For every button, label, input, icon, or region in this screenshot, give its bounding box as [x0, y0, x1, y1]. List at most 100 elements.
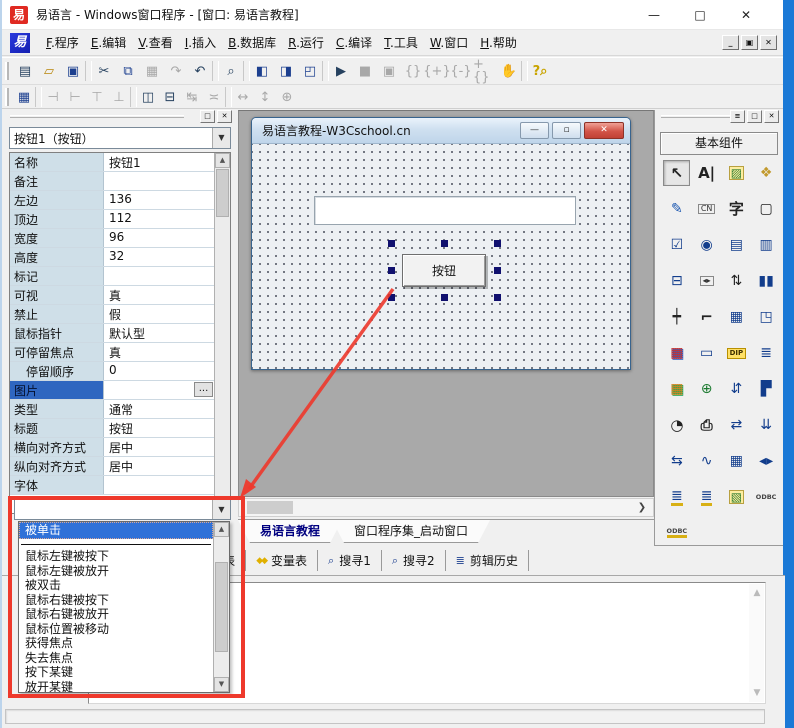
scroll-up-icon[interactable]: ▲	[215, 153, 230, 168]
property-value[interactable]: 136	[104, 191, 214, 209]
event-list-scrollbar[interactable]: ▲ ▼	[213, 522, 229, 692]
copy-button[interactable]: ⧉	[116, 60, 140, 82]
panel-close-button[interactable]: ✕	[764, 110, 779, 123]
property-value[interactable]: 0	[104, 362, 214, 380]
stop-button[interactable]: ■	[353, 60, 377, 82]
pause-button[interactable]: ✋	[497, 60, 521, 82]
selection-handle[interactable]	[388, 267, 395, 274]
db-document-component[interactable]: ≣	[663, 484, 690, 510]
run-button[interactable]: ▶	[329, 60, 353, 82]
sketchpad-component[interactable]: CN	[693, 196, 720, 222]
space-equal-vertical-button[interactable]: ≍	[203, 88, 225, 107]
radio-button-component[interactable]: ◉	[693, 232, 720, 258]
spin-component[interactable]: ⇵	[723, 376, 750, 402]
property-row[interactable]: 宽度 96	[10, 229, 214, 248]
property-row[interactable]: 类型 通常	[10, 400, 214, 419]
horizontal-scrollbar-component[interactable]: ◂▸	[693, 268, 720, 294]
space-equal-horizontal-button[interactable]: ↹	[181, 88, 203, 107]
tab-variable-list[interactable]: ◆◆ 变量表	[246, 550, 318, 571]
minimize-button[interactable]: —	[631, 0, 677, 30]
data-send-component[interactable]: ⇄	[723, 412, 750, 438]
step-out-button[interactable]: {-}	[449, 60, 473, 82]
components-panel-title[interactable]: 基本组件	[660, 132, 778, 155]
undo-button[interactable]: ↶	[188, 60, 212, 82]
property-row[interactable]: 字体	[10, 476, 214, 495]
align-left-button[interactable]: ⊣	[42, 88, 64, 107]
com-port-component[interactable]: ∿	[693, 448, 720, 474]
tab-clip-history[interactable]: ≣ 剪辑历史	[446, 550, 529, 571]
step-over-button[interactable]: {}	[401, 60, 425, 82]
toolbar-grip[interactable]	[5, 62, 9, 80]
property-value[interactable]	[104, 172, 214, 190]
chevron-down-icon[interactable]: ▼	[212, 500, 230, 519]
selection-handle[interactable]	[494, 240, 501, 247]
shape-component[interactable]: ❖	[753, 160, 780, 186]
align-top-button[interactable]: ⊤	[86, 88, 108, 107]
form-design-surface[interactable]: 按钮	[252, 144, 630, 369]
form-close-button[interactable]: ✕	[584, 122, 624, 139]
panel-maximize-button[interactable]: □	[200, 110, 215, 123]
property-value[interactable]: 真	[104, 286, 214, 304]
ip-edit-component[interactable]: ▭	[693, 340, 720, 366]
list-box-component[interactable]: ▥	[753, 232, 780, 258]
menu-item-insert[interactable]: I.插入	[179, 31, 222, 54]
data-receive-component[interactable]: ⇊	[753, 412, 780, 438]
property-row[interactable]: 高度 32	[10, 248, 214, 267]
odbc-db-component[interactable]: ODBC	[663, 520, 690, 546]
property-grid-scrollbar[interactable]: ▲ ▼	[214, 153, 230, 513]
same-size-button[interactable]: ⊕	[276, 88, 298, 107]
vertical-scrollbar-component[interactable]: ⇅	[723, 268, 750, 294]
redo-button[interactable]: ↷	[164, 60, 188, 82]
menu-item-tools[interactable]: T.工具	[378, 31, 424, 54]
editor-tab[interactable]: 窗口程序集_启动窗口	[332, 520, 490, 543]
output-scrollbar[interactable]: ▲ ▼	[749, 584, 764, 702]
selection-handle[interactable]	[441, 294, 448, 301]
animation-component[interactable]: ▦	[723, 304, 750, 330]
tab-search-2[interactable]: ⌕ 搜寻2	[382, 550, 446, 571]
editor-tab[interactable]: 易语言教程	[238, 520, 342, 543]
object-selector-combobox[interactable]: 按钮1（按钮） ▼	[9, 127, 231, 149]
data-grid-component[interactable]: ▦	[723, 448, 750, 474]
center-horizontal-button[interactable]: ◫	[137, 88, 159, 107]
save-button[interactable]: ▣	[61, 60, 85, 82]
property-row[interactable]: 名称 按钮1	[10, 153, 214, 172]
property-value[interactable]: 112	[104, 210, 214, 228]
menu-item-program[interactable]: F.程序	[40, 31, 85, 54]
panel-close-button[interactable]: ✕	[217, 110, 232, 123]
help-search-button[interactable]: ?⌕	[528, 60, 552, 82]
scrollbar-thumb[interactable]	[247, 501, 293, 514]
date-picker-component[interactable]: ▦	[663, 340, 690, 366]
property-row[interactable]: 顶边 112	[10, 210, 214, 229]
browser-window-component[interactable]: ◳	[753, 304, 780, 330]
tool-window-component[interactable]: ▛	[753, 376, 780, 402]
property-row[interactable]: 图片 ...	[10, 381, 214, 400]
property-value[interactable]	[104, 267, 214, 285]
panel-grip[interactable]	[10, 115, 184, 118]
property-row[interactable]: 可停留焦点 真	[10, 343, 214, 362]
align-bottom-button[interactable]: ⊥	[108, 88, 130, 107]
event-item[interactable]: 鼠标左键被按下	[19, 549, 213, 564]
button-control[interactable]: 按钮	[402, 254, 486, 287]
internet-component[interactable]: ⊕	[693, 376, 720, 402]
mdi-restore-button[interactable]: ▣	[741, 35, 758, 50]
printer-component[interactable]: ⎙	[693, 412, 720, 438]
selection-handle[interactable]	[388, 294, 395, 301]
layout-wide-button[interactable]: ◨	[274, 60, 298, 82]
selection-handle[interactable]	[494, 267, 501, 274]
scroll-up-icon[interactable]: ▲	[750, 586, 764, 600]
scroll-right-icon[interactable]: ❯	[634, 500, 650, 515]
form-editor-button[interactable]: ▦	[13, 88, 35, 107]
new-file-button[interactable]: ▤	[13, 60, 37, 82]
event-item[interactable]: 鼠标右键被放开	[19, 607, 213, 622]
property-value[interactable]: 假	[104, 305, 214, 323]
menu-item-database[interactable]: B.数据库	[222, 31, 282, 54]
property-row[interactable]: 标题 按钮	[10, 419, 214, 438]
property-value[interactable]: 按钮	[104, 419, 214, 437]
timer-component[interactable]: ◔	[663, 412, 690, 438]
property-row[interactable]: 左边 136	[10, 191, 214, 210]
panel-grip[interactable]	[661, 115, 731, 118]
event-item[interactable]: 鼠标右键被按下	[19, 593, 213, 608]
toolbar-grip[interactable]	[5, 88, 9, 106]
event-item[interactable]: 放开某键	[19, 680, 213, 693]
run-to-cursor-button[interactable]: +{}	[473, 60, 497, 82]
